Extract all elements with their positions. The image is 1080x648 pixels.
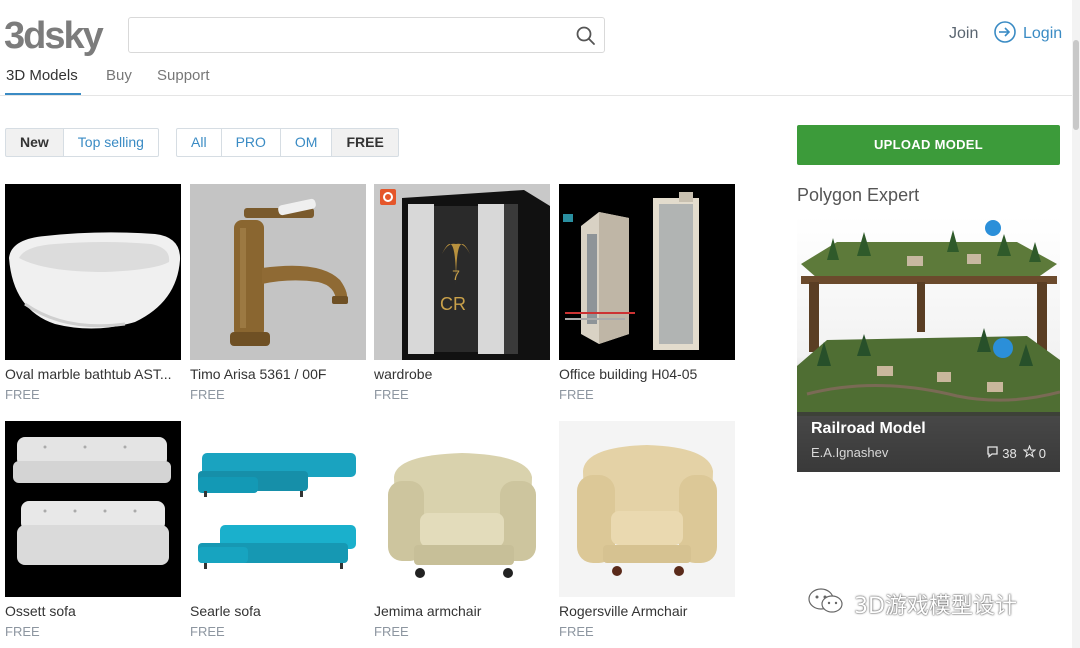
featured-model-name: Railroad Model <box>811 420 926 437</box>
page-scrollbar[interactable] <box>1072 0 1080 648</box>
model-name: Ossett sofa <box>5 603 76 619</box>
model-thumbnail-ossett-sofa <box>5 421 181 597</box>
type-filter-group: All PRO OM FREE <box>176 128 399 157</box>
login-label: Login <box>1023 25 1063 42</box>
model-card[interactable]: 7 CR wardrobe FREE <box>374 184 550 404</box>
tab-3d-models[interactable]: 3D Models <box>6 67 78 84</box>
model-thumbnail-wardrobe: 7 CR <box>374 184 550 360</box>
featured-model-author[interactable]: E.A.Ignashev <box>811 445 888 460</box>
scrollbar-thumb[interactable] <box>1073 40 1079 130</box>
comment-icon <box>986 445 999 461</box>
login-link[interactable]: Login <box>993 20 1063 49</box>
model-name: Rogersville Armchair <box>559 603 688 619</box>
svg-text:7: 7 <box>452 267 460 283</box>
filter-all-button[interactable]: All <box>176 128 222 157</box>
model-name: Timo Arisa 5361 / 00F <box>190 366 327 382</box>
stars-count: 0 <box>1038 445 1046 461</box>
model-name: wardrobe <box>374 366 433 382</box>
search-input[interactable] <box>129 18 569 52</box>
model-name: Office building H04-05 <box>559 366 698 382</box>
model-name: Oval marble bathtub AST... <box>5 366 172 382</box>
join-link[interactable]: Join <box>949 25 978 43</box>
model-card[interactable]: Rogersville Armchair FREE <box>559 421 735 641</box>
star-icon <box>1022 444 1037 461</box>
search-icon[interactable] <box>574 24 598 48</box>
model-thumbnail-office-building <box>559 184 735 360</box>
promo-section-title: Polygon Expert <box>797 185 920 205</box>
stars-stat: 0 <box>1022 444 1046 461</box>
model-price: FREE <box>5 624 40 639</box>
model-card[interactable]: Searle sofa FREE <box>190 421 366 641</box>
filter-pro-button[interactable]: PRO <box>221 128 281 157</box>
upload-model-button[interactable]: UPLOAD MODEL <box>797 125 1060 165</box>
main-nav: 3D Models Buy Support <box>0 62 1080 96</box>
model-card[interactable]: Oval marble bathtub AST... FREE <box>5 184 181 404</box>
model-price: FREE <box>374 387 409 402</box>
featured-model-stats: 38 0 <box>986 444 1046 461</box>
sort-top-selling-button[interactable]: Top selling <box>63 128 159 157</box>
filter-om-button[interactable]: OM <box>280 128 333 157</box>
model-card[interactable]: Jemima armchair FREE <box>374 421 550 641</box>
model-name: Jemima armchair <box>374 603 482 619</box>
model-name: Searle sofa <box>190 603 261 619</box>
tab-support[interactable]: Support <box>157 67 210 84</box>
model-price: FREE <box>190 387 225 402</box>
login-arrow-icon <box>993 20 1017 49</box>
featured-model-card[interactable]: Railroad Model E.A.Ignashev 38 0 <box>797 216 1060 472</box>
sort-filter-group: New Top selling <box>5 128 159 157</box>
watermark-text: 3D游戏模型设计 <box>854 593 1017 619</box>
model-price: FREE <box>559 387 594 402</box>
3dsky-logo[interactable]: 3dsky <box>4 12 106 58</box>
watermark: 3D游戏模型设计 <box>806 586 1017 621</box>
model-thumbnail-faucet <box>190 184 366 360</box>
svg-text:CR: CR <box>440 294 466 314</box>
tab-buy[interactable]: Buy <box>106 67 132 84</box>
svg-text:3dsky: 3dsky <box>4 15 104 57</box>
model-thumbnail-bathtub <box>5 184 181 360</box>
sort-new-button[interactable]: New <box>5 128 64 157</box>
model-price: FREE <box>374 624 409 639</box>
comments-count: 38 <box>1002 445 1017 461</box>
model-thumbnail-jemima-armchair <box>374 421 550 597</box>
model-price: FREE <box>559 624 594 639</box>
comments-stat: 38 <box>986 445 1017 461</box>
model-thumbnail-rogersville-armchair <box>559 421 735 597</box>
corona-render-icon <box>380 189 396 210</box>
filter-free-button[interactable]: FREE <box>332 128 399 157</box>
model-price: FREE <box>190 624 225 639</box>
model-thumbnail-searle-sofa <box>190 421 366 597</box>
search-bar <box>128 17 605 53</box>
model-card[interactable]: Ossett sofa FREE <box>5 421 181 641</box>
active-tab-indicator <box>5 93 81 95</box>
wechat-icon <box>806 586 846 621</box>
model-price: FREE <box>5 387 40 402</box>
model-card[interactable]: Timo Arisa 5361 / 00F FREE <box>190 184 366 404</box>
model-card[interactable]: Office building H04-05 FREE <box>559 184 735 404</box>
